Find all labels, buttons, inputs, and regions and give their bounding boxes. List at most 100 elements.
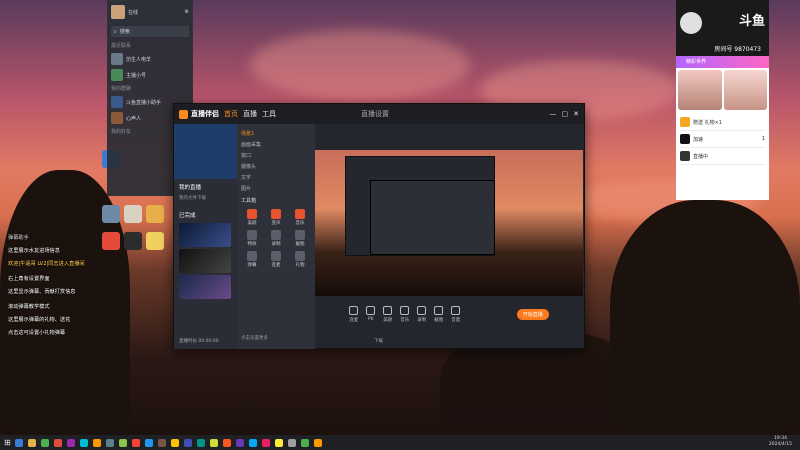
tool-button[interactable]: 特效 bbox=[240, 230, 264, 247]
control-button[interactable]: 截图 bbox=[434, 305, 444, 323]
taskbar-app-icon[interactable] bbox=[14, 438, 23, 447]
maximize-icon[interactable]: ▢ bbox=[562, 110, 569, 118]
stream-thumbnail[interactable] bbox=[678, 70, 722, 110]
tool-label: 音乐 bbox=[295, 221, 305, 226]
taskbar-app-icon[interactable] bbox=[105, 438, 114, 447]
contact-name: 斗鱼直播小助手 bbox=[126, 99, 162, 106]
tool-button[interactable]: 礼物 bbox=[288, 251, 312, 268]
avatar bbox=[111, 53, 123, 65]
scene-menu-item[interactable]: 图片 bbox=[237, 183, 315, 194]
control-button[interactable]: PK bbox=[366, 305, 376, 323]
control-button[interactable]: 音乐 bbox=[400, 305, 410, 323]
toolbox-grid: 美颜 变声 音乐特效 录制 截图弹幕 连麦 礼物 bbox=[237, 207, 315, 270]
taskbar-app-icon[interactable] bbox=[287, 438, 296, 447]
platform-logo: 斗鱼 bbox=[738, 14, 765, 29]
system-clock[interactable]: 19:34 2024/4/15 bbox=[769, 436, 792, 448]
taskbar-app-icon[interactable] bbox=[92, 438, 101, 447]
tool-button[interactable]: 音乐 bbox=[288, 209, 312, 226]
tool-button[interactable]: 连麦 bbox=[264, 251, 288, 268]
control-label: 音量 bbox=[451, 317, 461, 323]
taskbar-app-icon[interactable] bbox=[209, 438, 218, 447]
scene-menu-item[interactable]: 窗口 bbox=[237, 150, 315, 161]
video-thumbnail[interactable] bbox=[179, 249, 231, 273]
tool-button[interactable]: 弹幕 bbox=[240, 251, 264, 268]
qq-search-input[interactable]: 搜索 bbox=[120, 28, 130, 35]
scene-menu-item[interactable]: 摄像头 bbox=[237, 161, 315, 172]
taskbar-app-icon[interactable] bbox=[235, 438, 244, 447]
library-pane: 我的直播 我的文件下载 已完成 bbox=[174, 124, 237, 349]
control-label: 美颜 bbox=[383, 317, 393, 323]
video-thumbnail[interactable] bbox=[179, 275, 231, 299]
streamer-avatar[interactable] bbox=[680, 12, 702, 34]
taskbar-app-icon[interactable] bbox=[170, 438, 179, 447]
tool-button[interactable]: 美颜 bbox=[240, 209, 264, 226]
scene-menu-item[interactable]: 文字 bbox=[237, 172, 315, 183]
bottom-hint[interactable]: 点击设置更多 bbox=[241, 335, 268, 341]
contact-item[interactable]: 主播小号 bbox=[108, 67, 192, 83]
taskbar-app-icon[interactable] bbox=[53, 438, 62, 447]
video-thumbnail[interactable] bbox=[179, 223, 231, 247]
minimize-icon[interactable]: — bbox=[550, 110, 557, 118]
taskbar-app-icon[interactable] bbox=[118, 438, 127, 447]
taskbar-app-icon[interactable] bbox=[274, 438, 283, 447]
live-preview[interactable] bbox=[315, 150, 583, 296]
taskbar-app-icon[interactable] bbox=[79, 438, 88, 447]
toolbar-title: 直播设置 bbox=[361, 110, 389, 118]
nav-tab[interactable]: 直播 bbox=[243, 109, 257, 119]
avatar bbox=[111, 112, 123, 124]
my-live-label: 我的直播 bbox=[179, 185, 202, 191]
gift-icon bbox=[680, 117, 690, 127]
taskbar-app-icon[interactable] bbox=[183, 438, 192, 447]
taskbar-app-icon[interactable] bbox=[222, 438, 231, 447]
qq-section-groups[interactable]: 我的群聊 bbox=[108, 83, 192, 94]
taskbar-app-icon[interactable] bbox=[27, 438, 36, 447]
start-icon[interactable]: ⊞ bbox=[4, 438, 11, 447]
desktop-app-icon[interactable] bbox=[124, 205, 142, 223]
scene-menu-item[interactable]: 画面采集 bbox=[237, 139, 315, 150]
taskbar-app-icon[interactable] bbox=[40, 438, 49, 447]
taskbar-app-icon[interactable] bbox=[157, 438, 166, 447]
taskbar-app-icon[interactable] bbox=[196, 438, 205, 447]
stream-thumbnail[interactable] bbox=[723, 70, 767, 110]
gear-icon[interactable]: ⚙ bbox=[185, 9, 189, 15]
promo-banner[interactable]: 精彩世界 bbox=[676, 56, 769, 68]
control-button[interactable]: 美颜 bbox=[383, 305, 393, 323]
desktop-app-icon[interactable] bbox=[146, 205, 164, 223]
gift-row[interactable]: 直播中 bbox=[680, 148, 765, 165]
chat-line: 欢迎|牛逼哥 LV2|同志进入直播间 bbox=[8, 261, 85, 267]
desktop-app-icon[interactable] bbox=[146, 232, 164, 250]
nav-tab[interactable]: 工具 bbox=[262, 109, 276, 119]
gift-row[interactable]: 赠送 礼物×1 bbox=[680, 114, 765, 131]
nav-tab[interactable]: 首页 bbox=[224, 109, 238, 119]
desktop-app-icon[interactable] bbox=[124, 232, 142, 250]
tool-button[interactable]: 变声 bbox=[264, 209, 288, 226]
avatar bbox=[111, 96, 123, 108]
taskbar-app-icon[interactable] bbox=[261, 438, 270, 447]
control-label: 音乐 bbox=[400, 317, 410, 323]
taskbar-app-icon[interactable] bbox=[144, 438, 153, 447]
tool-button[interactable]: 录制 bbox=[264, 230, 288, 247]
taskbar-app-icon[interactable] bbox=[248, 438, 257, 447]
go-live-button[interactable]: 开始直播 bbox=[516, 308, 549, 320]
control-label: 连麦 bbox=[349, 317, 359, 323]
tool-button[interactable]: 截图 bbox=[288, 230, 312, 247]
taskbar-app-icon[interactable] bbox=[313, 438, 322, 447]
contact-item[interactable]: 仿生人电羊 bbox=[108, 51, 192, 67]
scene-menu-item[interactable]: 场景1 bbox=[237, 128, 315, 139]
qq-section-recent[interactable]: 最近联系 bbox=[108, 40, 192, 51]
control-button[interactable]: 音量 bbox=[451, 305, 461, 323]
taskbar-app-icon[interactable] bbox=[66, 438, 75, 447]
qq-search[interactable]: ⌕ 搜索 bbox=[111, 26, 189, 37]
taskbar-app-icon[interactable] bbox=[300, 438, 309, 447]
gift-row[interactable]: 加速 1 bbox=[680, 131, 765, 148]
desktop-app-icon[interactable] bbox=[102, 205, 120, 223]
control-button[interactable]: 录制 bbox=[417, 305, 427, 323]
taskbar-app-icon[interactable] bbox=[131, 438, 140, 447]
completed-label: 已完成 bbox=[179, 213, 196, 219]
qq-profile[interactable]: 在线 ⚙ bbox=[108, 1, 192, 23]
featured-banner[interactable] bbox=[174, 124, 237, 179]
control-button[interactable]: 连麦 bbox=[349, 305, 359, 323]
chat-line: 这里展示弹幕的礼物、送花 bbox=[8, 317, 71, 323]
close-icon[interactable]: ✕ bbox=[573, 110, 579, 118]
tool-icon bbox=[271, 209, 281, 219]
